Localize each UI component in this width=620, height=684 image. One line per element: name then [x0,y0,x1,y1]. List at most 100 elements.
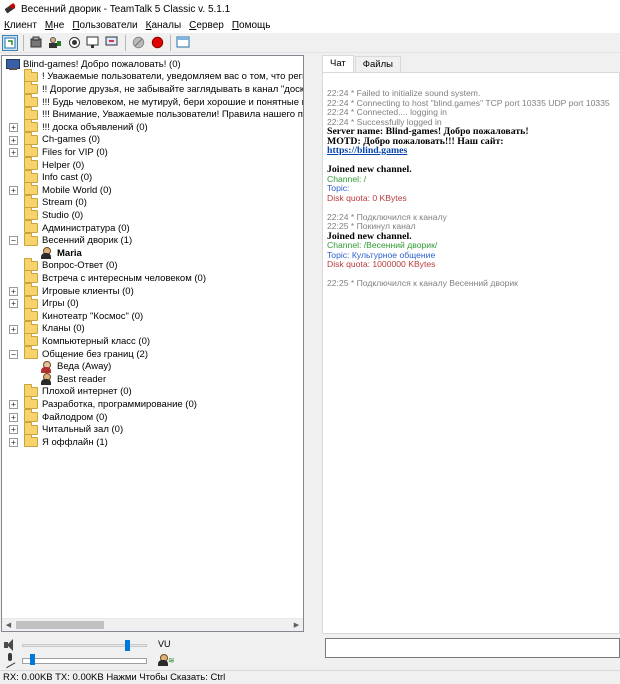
chat-log[interactable]: 22:24 * Failed to initialize sound syste… [327,89,617,629]
menu-item-1[interactable]: Клиент [4,20,37,31]
tree-channel-item[interactable]: Studio (0) [24,207,83,222]
menu-item-5[interactable]: Сервер [189,20,224,31]
scroll-right-arrow-icon[interactable]: ▶ [290,619,303,631]
layout-button[interactable] [175,35,191,51]
channel-name: Встреча с интересным человеком (0) [42,272,206,284]
tree-channel-item[interactable]: Встреча с интересным человеком (0) [24,270,206,285]
mute-icon [132,36,144,49]
tree-channel-item[interactable]: Игры (0) [24,295,79,310]
channel-name: Я оффлайн (1) [42,436,108,448]
tree-user-item[interactable]: Best reader [40,373,106,386]
expand-icon[interactable]: + [9,324,18,334]
tree-channel-item[interactable]: !!! Внимание, Уважаемые пользователи! Пр… [24,106,303,121]
folder-icon [24,383,38,397]
tree-user-item[interactable]: Веда (Away) [40,360,111,373]
tree-channel-item[interactable]: Helper (0) [24,157,85,172]
menu-item-4[interactable]: Каналы [146,20,182,31]
record-button[interactable] [66,35,82,51]
tree-channel-item[interactable]: Администратура (0) [24,220,130,235]
channel-name: !!! Будь человеком, не мутируй, бери хор… [42,96,303,108]
tree-channel-item[interactable]: Читальный зал (0) [24,421,123,436]
tree-channel-item[interactable]: Я оффлайн (1) [24,434,108,449]
tree-channel-item[interactable]: Stream (0) [24,194,87,210]
menu-item-6[interactable]: Помощь [232,20,271,31]
expand-icon[interactable]: + [9,148,18,158]
tree-channel-item[interactable]: Ch-games (0) [24,131,100,147]
tree-channel-item[interactable]: Общение без границ (2) [24,346,148,361]
collapse-icon[interactable]: − [9,349,18,359]
tree-channel-item[interactable]: Кланы (0) [24,320,85,336]
tree-server-node[interactable]: Blind-games! Добро пожаловать! (0) [6,58,181,71]
expand-icon[interactable]: + [9,186,18,195]
tree-channel-item[interactable]: Весенний дворик (1) [24,232,132,247]
mic-volume-row: ≋ [0,652,305,668]
speaker-icon[interactable] [4,639,16,651]
chat-link[interactable]: https://blind.games [327,146,617,156]
channel-name: Кинотеатр "Космос" (0) [42,310,144,322]
tree-channel-item[interactable]: !!! Будь человеком, не мутируй, бери хор… [24,94,303,109]
toolbar-separator [125,34,126,51]
tree-channel-item[interactable]: Info cast (0) [24,169,92,184]
tree-channel-item[interactable]: !! Дорогие друзья, не забывайте заглядыв… [24,81,303,96]
tree-channel-item[interactable]: Компьютерный класс (0) [24,333,150,348]
vu-label: VU [158,639,171,649]
join-channel-button[interactable] [28,35,44,51]
chat-line: Disk quota: 1000000 KBytes [327,259,436,269]
expand-icon[interactable]: + [9,135,18,145]
expand-icon[interactable]: + [9,299,18,309]
voice-wave-icon: ≋ [168,656,175,665]
folder-icon [24,232,38,246]
expand-icon[interactable]: + [9,425,18,435]
folder-icon [24,182,38,196]
menu-item-3[interactable]: Пользователи [72,20,137,31]
tree-channel-item[interactable]: Файлодром (0) [24,409,107,424]
tree-channel-item[interactable]: Разработка, программирование (0) [24,396,197,411]
tree-channel-item[interactable]: !!! доска объявлений (0) [24,119,148,134]
folder-icon [24,131,38,145]
microphone-icon[interactable] [4,653,16,666]
user-name: Best reader [57,373,107,385]
tree-channel-item[interactable]: Игровые клиенты (0) [24,283,134,298]
collapse-icon[interactable]: − [9,236,18,246]
chat-panel: 22:24 * Failed to initialize sound syste… [322,72,620,634]
folder-icon [24,346,38,360]
tree-channel-item[interactable]: Кинотеатр "Космос" (0) [24,308,144,323]
expand-icon[interactable]: + [9,400,18,410]
mic-gain-thumb[interactable] [30,654,35,665]
master-volume-thumb[interactable] [125,640,130,651]
tree-channel-item[interactable]: Вопрос-Ответ (0) [24,257,118,273]
menu-item-label: аналы [151,20,182,31]
tree-channel-item[interactable]: Плохой интернет (0) [24,383,132,399]
chat-line: Channel: / [327,173,367,184]
expand-icon[interactable]: + [9,412,18,422]
chat-message-input[interactable] [325,638,620,658]
users-button[interactable] [47,35,63,51]
scroll-left-arrow-icon[interactable]: ◀ [2,619,15,631]
mic-gain-slider[interactable] [22,658,147,664]
channel-name: Helper (0) [42,159,85,171]
expand-icon[interactable]: + [9,286,18,296]
tab-chat[interactable]: Чат [322,55,354,73]
scroll-thumb[interactable] [16,621,104,629]
channel-name: Files for VIP (0) [42,146,108,158]
tab-files[interactable]: Файлы [354,56,401,72]
mute-all-button[interactable] [130,35,146,51]
channel-name: !!! доска объявлений (0) [42,121,148,133]
channel-tree[interactable]: Blind-games! Добро пожаловать! (0)! Уваж… [2,56,303,618]
channel-name: Разработка, программирование (0) [42,398,197,410]
expand-icon[interactable]: + [9,438,18,447]
tree-channel-item[interactable]: Files for VIP (0) [24,144,108,159]
connect-icon [4,37,16,48]
menu-item-2[interactable]: Мне [45,20,64,31]
channel-name: Вопрос-Ответ (0) [42,260,118,272]
channel-tree-panel[interactable]: Blind-games! Добро пожаловать! (0)! Уваж… [1,55,304,632]
expand-icon[interactable]: + [9,123,18,132]
tree-channel-item[interactable]: Mobile World (0) [24,182,112,197]
connect-button[interactable] [2,34,18,51]
tree-user-item[interactable]: Maria [40,247,82,260]
desktop-share-button[interactable] [104,35,120,51]
tree-horizontal-scrollbar[interactable]: ◀ ▶ [2,618,303,631]
stop-record-button[interactable] [149,35,165,51]
tree-channel-item[interactable]: ! Уважаемые пользователи, уведомляем вас… [24,68,303,84]
video-button[interactable] [85,35,101,51]
